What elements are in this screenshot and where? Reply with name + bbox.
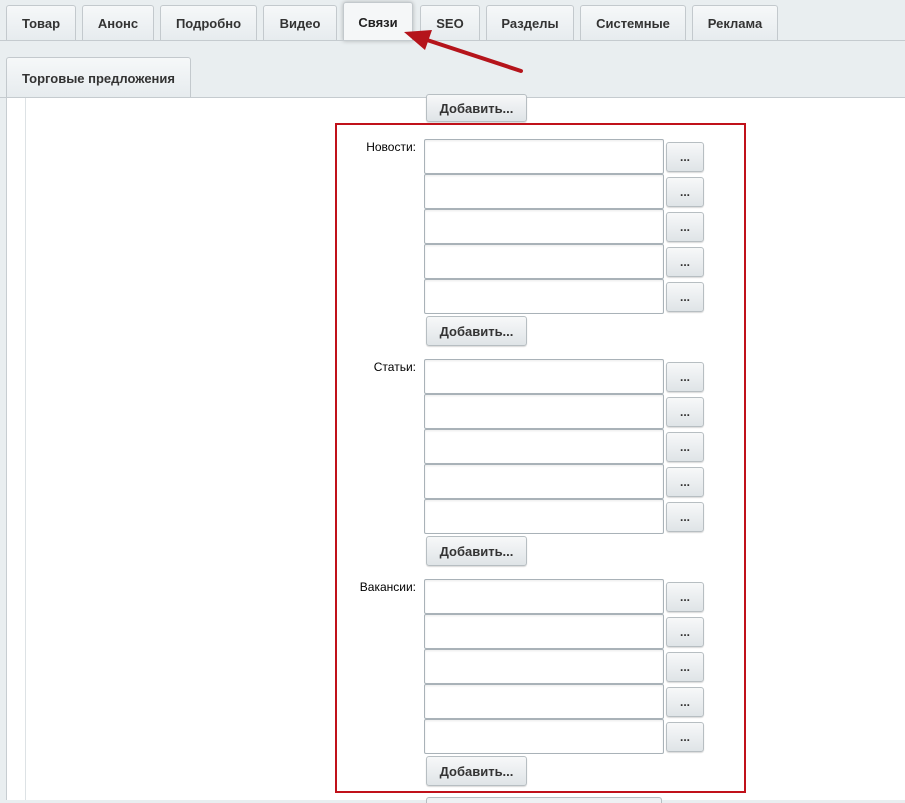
tab-razdely[interactable]: Разделы xyxy=(486,5,574,41)
tab-anons[interactable]: Анонс xyxy=(82,5,154,41)
tab-bar-main: Товар Анонс Подробно Видео Связи SEO Раз… xyxy=(0,0,905,41)
tab-tovar[interactable]: Товар xyxy=(6,5,76,41)
tab-torgovye-predlozheniya[interactable]: Торговые предложения xyxy=(6,57,191,98)
tab-svyazi[interactable]: Связи xyxy=(343,2,413,41)
next-section-control xyxy=(426,797,662,803)
highlight-frame xyxy=(335,123,746,793)
add-button-previous-section[interactable]: Добавить... xyxy=(426,94,527,122)
tab-bar-secondary: Торговые предложения xyxy=(0,41,905,98)
panel-divider xyxy=(25,98,26,800)
tab-reklama[interactable]: Реклама xyxy=(692,5,778,41)
tab-video[interactable]: Видео xyxy=(263,5,337,41)
tab-seo[interactable]: SEO xyxy=(420,5,480,41)
tab-podrobno[interactable]: Подробно xyxy=(160,5,257,41)
tab-sistemnye[interactable]: Системные xyxy=(580,5,686,41)
